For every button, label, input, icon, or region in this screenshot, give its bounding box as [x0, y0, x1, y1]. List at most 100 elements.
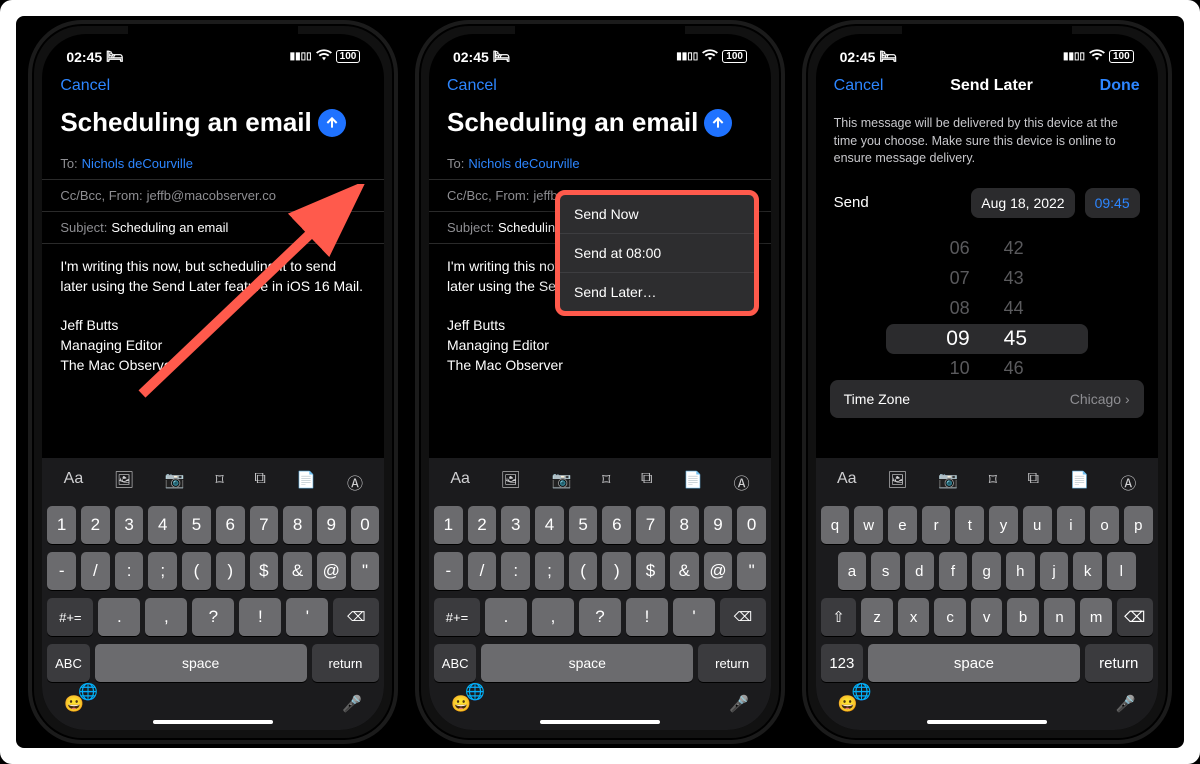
- timezone-row[interactable]: Time Zone Chicago ›: [830, 380, 1144, 418]
- key-h[interactable]: h: [1006, 552, 1035, 590]
- key-1[interactable]: 1: [434, 506, 463, 544]
- globe-icon[interactable]: 🌐: [78, 682, 98, 702]
- send-now-option[interactable]: Send Now: [560, 195, 754, 234]
- key--[interactable]: -: [47, 552, 76, 590]
- key--[interactable]: -: [434, 552, 463, 590]
- markup-icon[interactable]: Ⓐ: [347, 470, 363, 494]
- key-&[interactable]: &: [670, 552, 699, 590]
- backspace-key[interactable]: ⌫: [333, 598, 379, 636]
- key-;[interactable]: ;: [148, 552, 177, 590]
- key-r[interactable]: r: [922, 506, 951, 544]
- key-@[interactable]: @: [317, 552, 346, 590]
- key-"[interactable]: ": [737, 552, 766, 590]
- key-z[interactable]: z: [861, 598, 892, 636]
- key-,[interactable]: ,: [145, 598, 187, 636]
- time-wheel[interactable]: 0642 0743 0844 0945 1046 1147: [816, 226, 1158, 376]
- key-y[interactable]: y: [989, 506, 1018, 544]
- key-"[interactable]: ": [351, 552, 380, 590]
- key-8[interactable]: 8: [670, 506, 699, 544]
- mic-icon[interactable]: 🎤: [342, 694, 362, 714]
- key-w[interactable]: w: [854, 506, 883, 544]
- key-c[interactable]: c: [934, 598, 965, 636]
- key-([interactable]: (: [182, 552, 211, 590]
- key-2[interactable]: 2: [81, 506, 110, 544]
- key-'[interactable]: ': [673, 598, 715, 636]
- key-/[interactable]: /: [81, 552, 110, 590]
- key-e[interactable]: e: [888, 506, 917, 544]
- camera-icon[interactable]: 📷: [165, 470, 185, 494]
- done-button[interactable]: Done: [1100, 77, 1140, 95]
- key-([interactable]: (: [569, 552, 598, 590]
- time-picker[interactable]: 09:45: [1085, 188, 1140, 218]
- subject-field[interactable]: Subject: Scheduling an email: [42, 212, 384, 244]
- key-.[interactable]: .: [98, 598, 140, 636]
- key-,[interactable]: ,: [532, 598, 574, 636]
- to-field[interactable]: To: Nichols deCourville: [42, 148, 384, 180]
- home-indicator[interactable]: [153, 720, 273, 724]
- key-v[interactable]: v: [971, 598, 1002, 636]
- key-f[interactable]: f: [939, 552, 968, 590]
- key-0[interactable]: 0: [351, 506, 380, 544]
- key-;[interactable]: ;: [535, 552, 564, 590]
- key-l[interactable]: l: [1107, 552, 1136, 590]
- key-o[interactable]: o: [1090, 506, 1119, 544]
- key-@[interactable]: @: [704, 552, 733, 590]
- sym-key[interactable]: #+=: [47, 598, 93, 636]
- key-5[interactable]: 5: [569, 506, 598, 544]
- key-2[interactable]: 2: [468, 506, 497, 544]
- cancel-button[interactable]: Cancel: [447, 77, 497, 95]
- key-k[interactable]: k: [1073, 552, 1102, 590]
- photo-icon[interactable]: 🖼: [114, 470, 134, 494]
- key-a[interactable]: a: [838, 552, 867, 590]
- key-6[interactable]: 6: [602, 506, 631, 544]
- format-icon[interactable]: Aa: [64, 470, 84, 494]
- key-m[interactable]: m: [1080, 598, 1111, 636]
- key-1[interactable]: 1: [47, 506, 76, 544]
- key-7[interactable]: 7: [250, 506, 279, 544]
- cancel-button[interactable]: Cancel: [60, 77, 110, 95]
- key-3[interactable]: 3: [501, 506, 530, 544]
- key-'[interactable]: ': [286, 598, 328, 636]
- key-)[interactable]: ): [216, 552, 245, 590]
- key-s[interactable]: s: [871, 552, 900, 590]
- key-p[interactable]: p: [1124, 506, 1153, 544]
- key-9[interactable]: 9: [317, 506, 346, 544]
- key-x[interactable]: x: [898, 598, 929, 636]
- key-$[interactable]: $: [636, 552, 665, 590]
- key-d[interactable]: d: [905, 552, 934, 590]
- key-8[interactable]: 8: [283, 506, 312, 544]
- send-at-time-option[interactable]: Send at 08:00: [560, 234, 754, 273]
- key-0[interactable]: 0: [737, 506, 766, 544]
- key-/[interactable]: /: [468, 552, 497, 590]
- key-:[interactable]: :: [501, 552, 530, 590]
- key-4[interactable]: 4: [535, 506, 564, 544]
- key-.[interactable]: .: [485, 598, 527, 636]
- key-t[interactable]: t: [955, 506, 984, 544]
- key-g[interactable]: g: [972, 552, 1001, 590]
- space-key[interactable]: space: [95, 644, 307, 682]
- send-button[interactable]: [318, 109, 346, 137]
- key-q[interactable]: q: [821, 506, 850, 544]
- return-key[interactable]: return: [312, 644, 380, 682]
- key-7[interactable]: 7: [636, 506, 665, 544]
- key-b[interactable]: b: [1007, 598, 1038, 636]
- scan-text-icon[interactable]: ⌑: [215, 470, 223, 494]
- key-n[interactable]: n: [1044, 598, 1075, 636]
- scan-doc-icon[interactable]: ⧉: [254, 470, 265, 494]
- email-body[interactable]: I'm writing this now, but scheduling it …: [42, 244, 384, 387]
- key-9[interactable]: 9: [704, 506, 733, 544]
- key-&[interactable]: &: [283, 552, 312, 590]
- key-j[interactable]: j: [1040, 552, 1069, 590]
- key-:[interactable]: :: [115, 552, 144, 590]
- key-$[interactable]: $: [250, 552, 279, 590]
- key-)[interactable]: ): [602, 552, 631, 590]
- cancel-button[interactable]: Cancel: [834, 77, 884, 95]
- key-![interactable]: !: [239, 598, 281, 636]
- key-3[interactable]: 3: [115, 506, 144, 544]
- file-icon[interactable]: 📄: [296, 470, 316, 494]
- key-5[interactable]: 5: [182, 506, 211, 544]
- key-6[interactable]: 6: [216, 506, 245, 544]
- cc-field[interactable]: Cc/Bcc, From: jeffb@macobserver.co: [42, 180, 384, 212]
- date-picker[interactable]: Aug 18, 2022: [971, 188, 1074, 218]
- key-i[interactable]: i: [1057, 506, 1086, 544]
